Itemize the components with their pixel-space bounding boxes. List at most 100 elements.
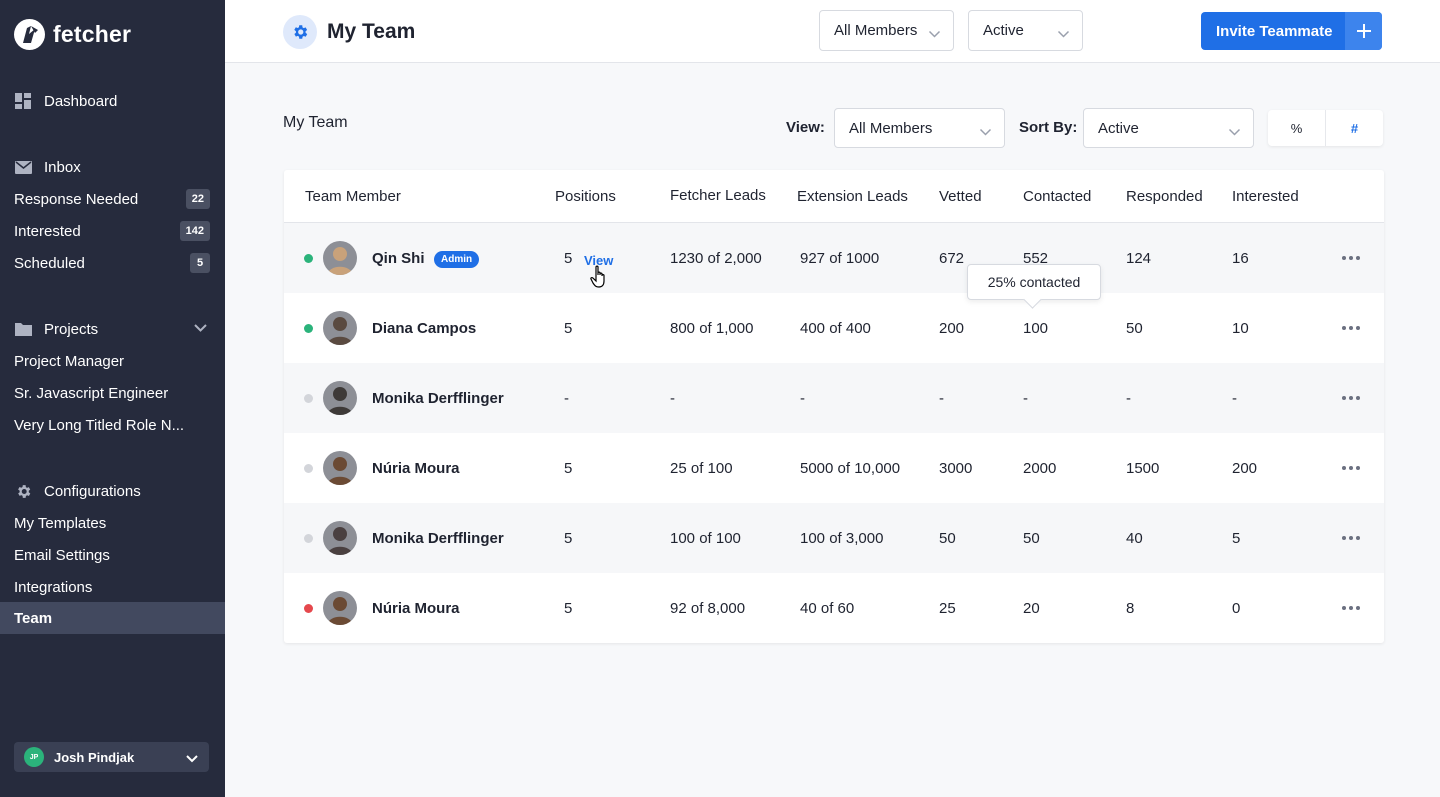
count-badge: 142 (179, 221, 210, 241)
cell-contacted: 50 (1023, 530, 1040, 547)
table-row[interactable]: Qin Shi Admin 5 1230 of 2,000 927 of 1000 672… (284, 223, 1384, 293)
member-name[interactable]: Monika Derfflinger (372, 390, 504, 407)
cell-responded: 50 (1126, 320, 1143, 337)
view-select[interactable]: All Members (834, 108, 1005, 148)
cell-extension: - (800, 390, 805, 407)
cell-responded: 8 (1126, 600, 1135, 617)
more-options-icon[interactable] (1342, 326, 1360, 330)
table-row[interactable]: Núria Moura 5 92 of 8,000 40 of 60 25 20 8 0 (284, 573, 1384, 643)
header: My Team All Members Active Invite Teamma… (225, 0, 1440, 63)
sidebar-item-email-settings[interactable]: Email Settings (14, 544, 210, 566)
percent-toggle[interactable]: % (1268, 110, 1326, 146)
sidebar-section-label: Configurations (44, 482, 141, 500)
cell-vetted: 25 (939, 600, 956, 617)
cell-vetted: 50 (939, 530, 956, 547)
cell-extension: 400 of 400 (800, 320, 871, 337)
member-name[interactable]: Monika Derfflinger (372, 530, 504, 547)
sidebar-section-inbox[interactable]: Inbox (14, 158, 81, 176)
column-header[interactable]: Extension Leads (797, 188, 908, 205)
more-options-icon[interactable] (1342, 466, 1360, 470)
cell-responded: 124 (1126, 250, 1152, 267)
cell-vetted: 672 (939, 250, 965, 267)
sidebar-section-projects[interactable]: Projects (14, 320, 98, 338)
sidebar-item-label: Sr. Javascript Engineer (14, 384, 169, 402)
cell-interested: 0 (1232, 600, 1241, 617)
column-header[interactable]: Fetcher Leads (670, 187, 766, 204)
gear-icon (283, 15, 317, 49)
cell-fetcher: 800 of 1,000 (670, 320, 754, 337)
cell-contacted: 20 (1023, 600, 1040, 617)
avatar (323, 241, 357, 275)
member-name[interactable]: Qin Shi (372, 250, 425, 267)
sidebar-item-dashboard[interactable]: Dashboard (14, 92, 117, 110)
sort-select[interactable]: Active (1083, 108, 1254, 148)
more-options-icon[interactable] (1342, 536, 1360, 540)
mail-icon (14, 158, 32, 176)
team-table: Team Member Positions Fetcher Leads Exte… (284, 170, 1384, 643)
column-header[interactable]: Contacted (1023, 188, 1091, 205)
table-row[interactable]: Monika Derfflinger 5 100 of 100 100 of 3,00… (284, 503, 1384, 573)
avatar (323, 521, 357, 555)
sidebar-item-label: Response Needed (14, 190, 139, 208)
number-toggle[interactable]: # (1326, 110, 1383, 146)
column-header[interactable]: Interested (1232, 188, 1299, 205)
sidebar-item-scheduled[interactable]: Scheduled 5 (14, 252, 210, 274)
sidebar-item-label: Dashboard (44, 92, 118, 110)
sidebar-item-team[interactable]: Team (14, 607, 210, 629)
logo[interactable]: fetcher (14, 19, 131, 50)
sidebar: fetcher Dashboard Inbox Response Needed … (0, 0, 225, 797)
avatar (323, 591, 357, 625)
app-name: fetcher (53, 21, 132, 47)
cell-positions: 5 (564, 320, 573, 337)
cell-interested: 200 (1232, 460, 1258, 477)
member-name[interactable]: Diana Campos (372, 320, 476, 337)
members-filter-select[interactable]: All Members (819, 10, 954, 51)
sidebar-section-label: Inbox (44, 158, 81, 176)
table-row[interactable]: Núria Moura 5 25 of 100 5000 of 10,000 3000 2… (284, 433, 1384, 503)
sidebar-item-response-needed[interactable]: Response Needed 22 (14, 188, 210, 210)
table-row[interactable]: Diana Campos 5 800 of 1,000 400 of 400 200 10… (284, 293, 1384, 363)
more-options-icon[interactable] (1342, 256, 1360, 260)
sidebar-item-project-manager[interactable]: Project Manager (14, 350, 210, 372)
sidebar-section-configurations[interactable]: Configurations (14, 482, 141, 500)
column-header[interactable]: Vetted (939, 188, 982, 205)
status-dot (304, 534, 313, 543)
sidebar-item-label: Project Manager (14, 352, 125, 370)
sidebar-item-label: Interested (14, 222, 81, 240)
cell-extension: 40 of 60 (800, 600, 855, 617)
cell-extension: 927 of 1000 (800, 250, 880, 267)
sidebar-section-label: Projects (44, 320, 99, 338)
status-dot (304, 604, 313, 613)
hand-cursor-icon (590, 265, 608, 294)
cell-positions: 5 (564, 600, 573, 617)
member-name[interactable]: Núria Moura (372, 600, 460, 617)
cell-positions: 5 (564, 530, 573, 547)
sidebar-item-long-role[interactable]: Very Long Titled Role N... (14, 414, 210, 436)
sidebar-item-label: Team (14, 609, 53, 627)
cell-responded: 40 (1126, 530, 1143, 547)
sidebar-item-my-templates[interactable]: My Templates (14, 512, 210, 534)
more-options-icon[interactable] (1342, 396, 1360, 400)
status-filter-select[interactable]: Active (968, 10, 1083, 51)
chevron-down-icon (185, 751, 199, 769)
cell-vetted: 3000 (939, 460, 973, 477)
column-header[interactable]: Responded (1126, 188, 1203, 205)
gear-icon (14, 482, 32, 500)
sidebar-item-integrations[interactable]: Integrations (14, 576, 210, 598)
chevron-down-icon[interactable] (193, 320, 208, 338)
table-row[interactable]: Monika Derfflinger - - - - - - - (284, 363, 1384, 433)
cell-fetcher: - (670, 390, 675, 407)
invite-teammate-button[interactable]: Invite Teammate (1201, 12, 1382, 50)
chevron-down-icon (1057, 26, 1070, 43)
more-options-icon[interactable] (1342, 606, 1360, 610)
member-name[interactable]: Núria Moura (372, 460, 460, 477)
user-menu[interactable]: JP Josh Pindjak (14, 742, 209, 772)
column-header[interactable]: Team Member (305, 188, 401, 205)
cell-responded: 1500 (1126, 460, 1160, 477)
sidebar-item-interested[interactable]: Interested 142 (14, 220, 210, 242)
column-header[interactable]: Positions (555, 188, 616, 205)
select-value: All Members (849, 119, 933, 137)
cell-extension: 100 of 3,000 (800, 530, 884, 547)
sidebar-item-sr-javascript-engineer[interactable]: Sr. Javascript Engineer (14, 382, 210, 404)
avatar: JP (24, 747, 44, 767)
